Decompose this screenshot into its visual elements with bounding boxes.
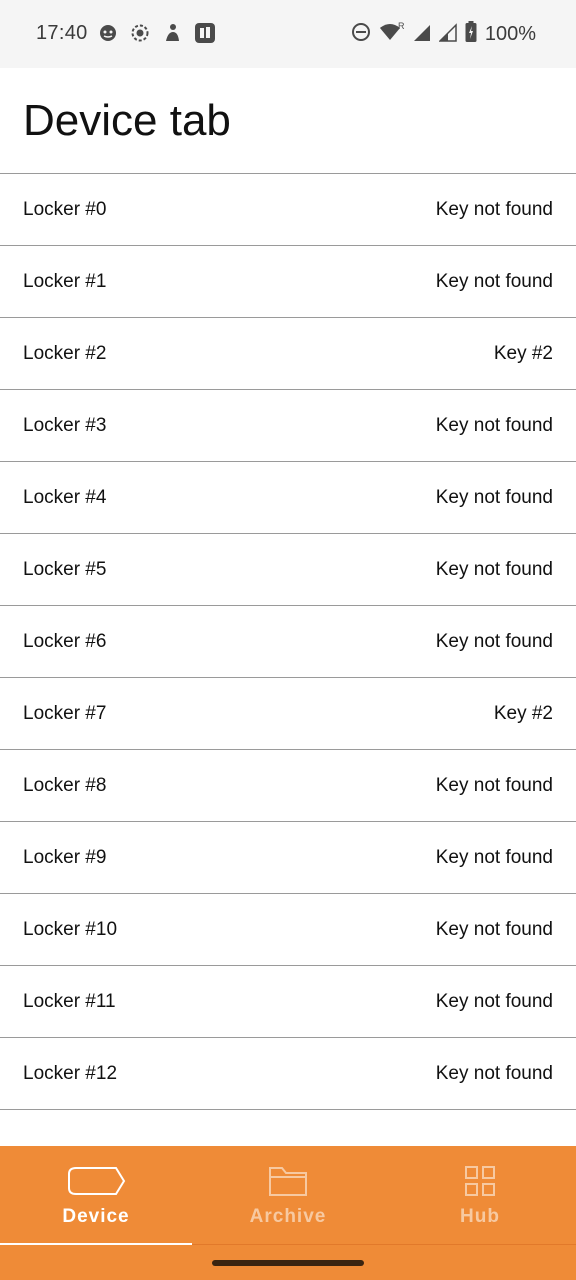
key-status: Key not found (435, 990, 553, 1012)
key-status: Key #2 (493, 702, 553, 724)
folder-icon (268, 1164, 308, 1198)
notification-icons (98, 22, 216, 49)
signal-icon (413, 22, 431, 47)
dnd-icon (351, 22, 371, 47)
signal-icon-secondary (438, 22, 457, 47)
list-item[interactable]: Locker #6 Key not found (0, 606, 576, 678)
key-status: Key not found (435, 270, 553, 292)
key-status: Key not found (435, 918, 553, 940)
key-status: Key not found (435, 414, 553, 436)
app-icon (194, 22, 216, 49)
locker-name: Locker #2 (23, 342, 107, 364)
face-icon (98, 23, 118, 48)
tab-hub-label: Hub (460, 1206, 500, 1227)
key-status: Key not found (435, 198, 553, 220)
page-title: Device tab (23, 96, 231, 145)
key-status: Key not found (435, 846, 553, 868)
list-item[interactable]: Locker #3 Key not found (0, 390, 576, 462)
system-icons: R 100% (351, 21, 536, 48)
key-status: Key not found (435, 558, 553, 580)
list-item[interactable]: Locker #11 Key not found (0, 966, 576, 1038)
figure-icon (162, 23, 182, 48)
tab-device[interactable]: Device (0, 1146, 192, 1244)
list-item[interactable]: Locker #1 Key not found (0, 246, 576, 318)
battery-icon (465, 21, 477, 48)
list-item[interactable]: Locker #8 Key not found (0, 750, 576, 822)
nav-divider (192, 1244, 576, 1245)
tab-device-label: Device (62, 1206, 130, 1227)
status-bar: 17:40 R 100% (0, 0, 576, 68)
list-item[interactable]: Locker #0 Key not found (0, 174, 576, 246)
list-item[interactable]: Locker #10 Key not found (0, 894, 576, 966)
key-status: Key not found (435, 486, 553, 508)
key-status: Key #2 (493, 342, 553, 364)
device-icon (66, 1164, 126, 1198)
list-item[interactable]: Locker #7 Key #2 (0, 678, 576, 750)
wifi-icon: R (379, 21, 405, 48)
header: Device tab (0, 68, 576, 173)
locker-name: Locker #1 (23, 270, 107, 292)
svg-text:R: R (398, 21, 405, 31)
bottom-navigation: Device Archive Hub (0, 1146, 576, 1280)
tab-archive-label: Archive (249, 1206, 327, 1227)
key-status: Key not found (435, 630, 553, 652)
list-item[interactable]: Locker #5 Key not found (0, 534, 576, 606)
tab-archive[interactable]: Archive (192, 1146, 384, 1244)
battery-percent: 100% (484, 23, 536, 45)
tab-hub[interactable]: Hub (384, 1146, 576, 1244)
locker-name: Locker #7 (23, 702, 107, 724)
list-item[interactable]: Locker #4 Key not found (0, 462, 576, 534)
list-item[interactable]: Locker #2 Key #2 (0, 318, 576, 390)
list-item[interactable]: Locker #12 Key not found (0, 1038, 576, 1110)
key-status: Key not found (435, 1062, 553, 1084)
grid-icon (464, 1164, 496, 1198)
key-status: Key not found (435, 774, 553, 796)
locker-name: Locker #10 (23, 918, 118, 940)
status-time: 17:40 (36, 22, 88, 44)
locker-name: Locker #5 (23, 558, 107, 580)
locker-name: Locker #6 (23, 630, 107, 652)
list-item[interactable]: Locker #9 Key not found (0, 822, 576, 894)
locker-name: Locker #0 (23, 198, 107, 220)
locker-name: Locker #9 (23, 846, 107, 868)
active-tab-indicator (0, 1243, 192, 1245)
locker-list: Locker #0 Key not found Locker #1 Key no… (0, 173, 576, 1110)
record-icon (130, 23, 150, 48)
locker-name: Locker #12 (23, 1062, 118, 1084)
locker-name: Locker #11 (23, 990, 116, 1012)
locker-name: Locker #4 (23, 486, 107, 508)
home-indicator[interactable] (212, 1260, 364, 1266)
locker-name: Locker #3 (23, 414, 107, 436)
locker-name: Locker #8 (23, 774, 107, 796)
